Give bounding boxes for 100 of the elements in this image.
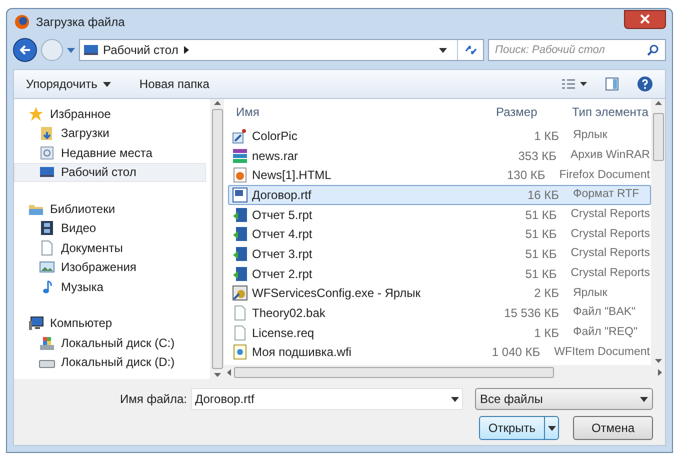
- scroll-down-icon: [214, 373, 220, 377]
- cancel-button[interactable]: Отмена: [573, 416, 653, 440]
- folder-download-icon: [39, 125, 55, 142]
- recent-places-icon: [39, 144, 55, 161]
- close-button[interactable]: [624, 10, 666, 28]
- file-size: 1 КБ: [533, 324, 559, 342]
- file-type-dropdown[interactable]: Все файлы: [475, 388, 653, 410]
- file-row[interactable]: ColorPic 1 КБ Ярлык: [228, 126, 651, 146]
- search-icon: [647, 44, 659, 56]
- scroll-up-icon: [214, 101, 220, 105]
- column-header[interactable]: Имя: [228, 103, 496, 121]
- search-field[interactable]: Поиск: Рабочий стол: [488, 39, 666, 61]
- filename-field[interactable]: Договор.rtf: [191, 388, 463, 410]
- address-location[interactable]: Рабочий стол: [103, 41, 178, 59]
- file-size: 130 КБ: [506, 167, 546, 184]
- navigation-group[interactable]: Компьютер: [50, 314, 112, 332]
- file-row[interactable]: News[1].HTML 130 КБ Firefox Document: [228, 165, 651, 186]
- column-header[interactable]: Тип элемента: [566, 103, 648, 121]
- drive-icon: [39, 360, 55, 368]
- file-list-scrollbar[interactable]: [651, 99, 665, 365]
- view-list-icon[interactable]: [561, 78, 587, 90]
- navigation-group[interactable]: Библиотеки: [50, 200, 116, 218]
- picture-icon: [39, 259, 55, 276]
- file-row[interactable]: License.req 1 КБ Файл "REQ": [228, 322, 651, 343]
- search-input[interactable]: Поиск: Рабочий стол: [495, 42, 647, 58]
- file-type: Firefox Document: [558, 168, 650, 183]
- filename-input[interactable]: Договор.rtf: [195, 390, 451, 408]
- film-icon: [39, 220, 55, 236]
- back-button[interactable]: [13, 38, 37, 62]
- file-name: License.req: [252, 324, 314, 342]
- history-dropdown-icon: [67, 46, 75, 54]
- file-row[interactable]: Отчет 3.rpt 51 КБ Crystal Reports: [228, 244, 651, 264]
- file-name: Theory02.bak: [252, 305, 326, 322]
- file-name: Отчет 5.rpt: [252, 206, 312, 224]
- file-type: Crystal Reports: [570, 266, 650, 282]
- star-icon: [28, 106, 44, 122]
- scroll-left-icon: [227, 368, 231, 376]
- file-size: 51 КБ: [524, 266, 557, 283]
- file-row[interactable]: Договор.rtf 16 КБ Формат RTF: [228, 185, 651, 205]
- filename-label: Имя файла:: [120, 391, 187, 408]
- file-name: Отчет 4.rpt: [252, 226, 312, 244]
- help-icon[interactable]: [637, 76, 653, 92]
- report-icon: [232, 206, 248, 223]
- address-bar[interactable]: Рабочий стол: [79, 39, 484, 61]
- navigation-item[interactable]: Локальный диск (D:): [14, 352, 206, 372]
- document-icon: [232, 344, 248, 360]
- scrollbar-thumb[interactable]: [212, 109, 222, 369]
- organize-button[interactable]: Упорядочить: [26, 75, 112, 93]
- horizontal-scrollbar[interactable]: [224, 365, 665, 379]
- blank-file-icon: [232, 324, 248, 341]
- file-size: 1 КБ: [533, 128, 559, 145]
- column-header[interactable]: Размер: [496, 103, 566, 121]
- web-document-icon: [232, 167, 248, 184]
- scrollbar-thumb[interactable]: [234, 366, 554, 378]
- document-icon: [39, 240, 55, 256]
- file-row[interactable]: WFServicesConfig.exe - Ярлык 2 КБ Ярлык: [228, 284, 651, 304]
- back-arrow-icon: [19, 44, 31, 56]
- file-type: Файл "REQ": [572, 325, 638, 340]
- navigation-group[interactable]: Избранное: [50, 104, 111, 123]
- file-row[interactable]: Theory02.bak 15 536 КБ Файл "BAK": [228, 303, 651, 323]
- caret-icon: [548, 424, 556, 432]
- window-title: Загрузка файла: [36, 14, 125, 31]
- refresh-icon[interactable]: [464, 43, 478, 57]
- navigation-scrollbar[interactable]: [210, 99, 224, 379]
- file-type: Crystal Reports: [570, 246, 650, 262]
- navigation-item[interactable]: Музыка: [14, 277, 206, 296]
- preview-pane-icon[interactable]: [605, 77, 619, 91]
- scroll-up-icon: [654, 101, 662, 105]
- file-name: Отчет 2.rpt: [252, 266, 312, 283]
- navigation-item[interactable]: Рабочий стол: [14, 162, 206, 182]
- scrollbar-thumb[interactable]: [652, 113, 664, 161]
- file-row[interactable]: news.rar 353 КБ Архив WinRAR: [228, 146, 651, 166]
- file-name: ColorPic: [252, 128, 298, 145]
- close-icon: [640, 14, 650, 24]
- file-type: Ярлык: [572, 128, 608, 144]
- file-row[interactable]: Отчет 4.rpt 51 КБ Crystal Reports: [228, 224, 651, 244]
- new-folder-button[interactable]: Новая папка: [139, 75, 210, 93]
- file-row[interactable]: Отчет 2.rpt 51 КБ Crystal Reports: [228, 264, 651, 284]
- navigation-item[interactable]: Загрузки: [14, 124, 206, 143]
- program-icon: [232, 285, 248, 302]
- navigation-item[interactable]: Изображения: [14, 258, 206, 277]
- file-type: Архив WinRAR: [569, 148, 650, 163]
- report-icon: [232, 246, 248, 262]
- desktop-icon: [83, 42, 99, 58]
- navigation-item[interactable]: Недавние места: [14, 143, 206, 162]
- navigation-item[interactable]: Видео: [14, 218, 206, 238]
- file-size: 51 КБ: [524, 246, 557, 263]
- archive-icon: [232, 148, 248, 164]
- navigation-item[interactable]: Документы: [14, 238, 206, 258]
- file-row[interactable]: Отчет 5.rpt 51 КБ Crystal Reports: [228, 204, 651, 224]
- scroll-down-icon: [654, 359, 662, 363]
- navigation-item[interactable]: Локальный диск (C:): [14, 333, 206, 352]
- word-document-icon: [232, 186, 248, 203]
- file-type: Crystal Reports: [570, 206, 650, 222]
- system-drive-icon: [39, 334, 55, 351]
- file-row[interactable]: Моя подшивка.wfi 1 040 КБ WFItem Document: [228, 342, 651, 362]
- file-type: Файл "BAK": [572, 305, 636, 320]
- file-size: 1 040 КБ: [490, 344, 540, 362]
- file-name: Договор.rtf: [252, 186, 312, 204]
- open-button[interactable]: Открыть: [479, 416, 559, 440]
